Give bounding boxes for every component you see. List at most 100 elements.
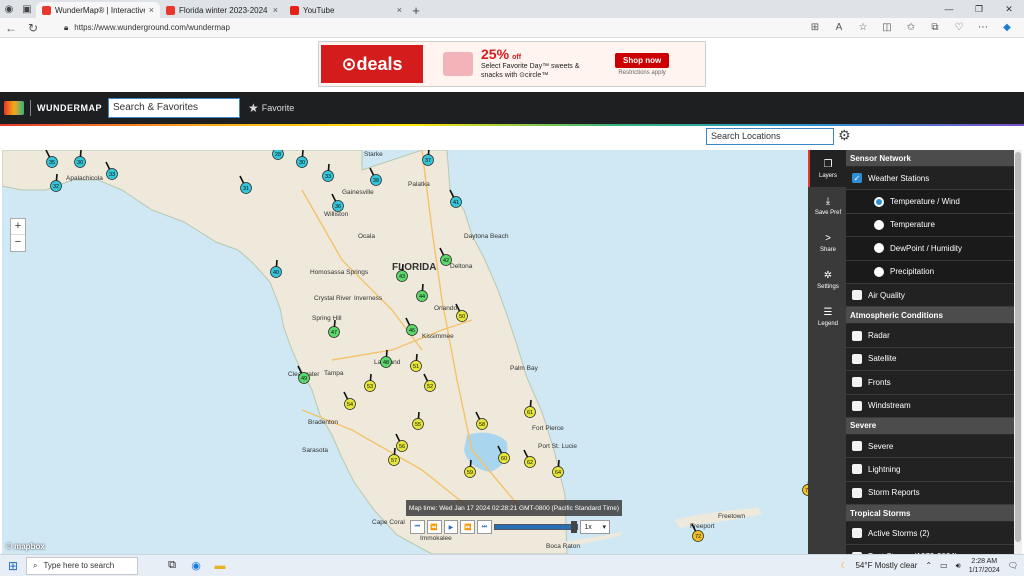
side-tab-layers[interactable]: ❐ Layers — [808, 150, 846, 187]
side-tab-legend[interactable]: ☰ Legend — [808, 298, 846, 335]
profile-icon[interactable]: ◉ — [0, 0, 18, 18]
weather-text[interactable]: 54°F Mostly clear — [855, 561, 917, 570]
clock[interactable]: 2:28 AM 1/17/2024 — [969, 557, 1000, 575]
address-bar[interactable]: 🔒︎ https://www.wunderground.com/wunderma… — [58, 20, 804, 36]
notifications-icon[interactable]: 🗨︎ — [1008, 561, 1018, 570]
minimize-button[interactable]: — — [934, 0, 964, 18]
layer-option-weather-stations[interactable]: ✓ Weather Stations — [846, 167, 1014, 191]
edge-browser-icon[interactable]: ◉ — [186, 557, 206, 575]
checkbox[interactable]: ✓ — [852, 173, 862, 184]
gear-icon[interactable]: ⚙ — [838, 127, 851, 144]
zoom-out-button[interactable]: − — [11, 235, 25, 251]
checkbox[interactable] — [852, 528, 862, 539]
browser-tab[interactable]: YouTube × — [284, 2, 408, 18]
radio-button[interactable] — [874, 243, 884, 254]
shop-now-button[interactable]: Shop now — [615, 52, 670, 68]
app-available-icon[interactable]: ⊞ — [804, 22, 826, 33]
layer-option-air-quality[interactable]: Air Quality — [846, 283, 1014, 308]
place-label: Orlando — [434, 305, 458, 312]
timeline-slider[interactable] — [493, 521, 579, 533]
browser-tab[interactable]: Florida winter 2023-2024 - Page × — [160, 2, 284, 18]
favorite-star-icon[interactable]: ☆ — [852, 22, 874, 33]
close-window-button[interactable]: ✕ — [994, 0, 1024, 18]
browser-toolbar: ⊞ A ☆ ◫ ✩ ⧉ ♡ ⋯ ◆ — [804, 22, 1018, 33]
layer-option-active-storms-2[interactable]: Active Storms (2) — [846, 522, 1014, 546]
layer-option-precipitation[interactable]: Precipitation — [846, 260, 1014, 284]
volume-icon[interactable]: 🔊︎ — [956, 561, 961, 571]
browser-essentials-icon[interactable]: ♡ — [948, 22, 970, 33]
wundermap-logo[interactable]: WUNDERMAP — [4, 100, 102, 116]
task-view-icon[interactable]: ⧉ — [162, 557, 182, 575]
tab-actions-icon[interactable]: ▣ — [18, 0, 36, 18]
weather-icon[interactable]: ☾ — [840, 561, 847, 570]
layer-option-past-storms-1972-2024[interactable]: Past Storms (1972-2024) — [846, 545, 1014, 554]
mapbox-attribution[interactable]: © mapbox — [6, 542, 45, 551]
panel-scrollbar[interactable] — [1014, 150, 1022, 554]
file-explorer-icon[interactable]: ▬ — [210, 557, 230, 575]
checkbox[interactable] — [852, 353, 862, 364]
layer-option-fronts[interactable]: Fronts — [846, 371, 1014, 395]
restore-button[interactable]: ❐ — [964, 0, 994, 18]
rewind-button[interactable]: ⏪ — [426, 520, 442, 534]
back-button[interactable]: ← — [0, 21, 22, 35]
side-tab-save-pref[interactable]: ⤓ Save Pref — [808, 187, 846, 224]
tray-chevron-icon[interactable]: ⌃ — [925, 561, 932, 570]
checkbox[interactable] — [852, 330, 862, 341]
radio-button[interactable] — [874, 266, 884, 277]
side-tab-settings[interactable]: ✲ Settings — [808, 261, 846, 298]
read-aloud-icon[interactable]: A — [828, 22, 850, 33]
new-tab-button[interactable]: + — [408, 2, 424, 18]
station-temperature: 57 — [391, 458, 397, 464]
windows-start-icon[interactable]: ⊞ — [0, 559, 26, 573]
station-temperature: 53 — [367, 384, 373, 390]
station-temperature: 62 — [527, 460, 533, 466]
search-favorites-input[interactable]: Search & Favorites — [108, 98, 240, 118]
layer-option-satellite[interactable]: Satellite — [846, 347, 1014, 372]
favorites-icon[interactable]: ✩ — [900, 22, 922, 33]
web-page: ⊙deals 25% off Select Favorite Day™ swee… — [0, 38, 1024, 554]
skip-end-button[interactable]: ⏭ — [477, 520, 492, 534]
zoom-in-button[interactable]: + — [11, 219, 25, 235]
layer-option-temperature-wind[interactable]: Temperature / Wind — [846, 190, 1014, 214]
weather-station-marker[interactable]: 41 — [449, 189, 462, 208]
timeline-thumb[interactable] — [570, 521, 577, 533]
close-icon[interactable]: × — [149, 5, 154, 15]
checkbox[interactable] — [852, 487, 862, 498]
layer-option-severe[interactable]: Severe — [846, 434, 1014, 459]
panel-section-header: Atmospheric Conditions — [846, 307, 1014, 325]
side-tab-share[interactable]: > Share — [808, 224, 846, 261]
map-canvas[interactable]: FLORIDA Orlando Tampa Gainesville Ocala Dayto… — [2, 150, 808, 554]
favorite-button[interactable]: ★ Favorite — [248, 101, 294, 115]
checkbox[interactable] — [852, 441, 862, 452]
close-icon[interactable]: × — [397, 5, 402, 15]
taskbar-search-input[interactable]: ⌕ Type here to search — [26, 556, 138, 575]
radio-button[interactable] — [874, 196, 884, 207]
checkbox[interactable] — [852, 400, 862, 411]
advertisement-banner[interactable]: ⊙deals 25% off Select Favorite Day™ swee… — [318, 41, 706, 87]
checkbox[interactable] — [852, 377, 862, 388]
layer-option-dewpoint-humidity[interactable]: DewPoint / Humidity — [846, 237, 1014, 261]
layer-option-temperature[interactable]: Temperature — [846, 213, 1014, 238]
refresh-button[interactable]: ↻ — [22, 21, 44, 35]
more-icon[interactable]: ⋯ — [972, 22, 994, 33]
close-icon[interactable]: × — [273, 5, 278, 15]
copilot-icon[interactable]: ◆ — [996, 22, 1018, 33]
layer-option-radar[interactable]: Radar — [846, 324, 1014, 348]
collections-icon[interactable]: ⧉ — [924, 22, 946, 33]
windows-taskbar: ⊞ ⌕ Type here to search ⧉ ◉ ▬ ☾ 54°F Mos… — [0, 554, 1024, 576]
split-screen-icon[interactable]: ◫ — [876, 22, 898, 33]
scrollbar-thumb[interactable] — [1015, 152, 1021, 542]
layer-option-storm-reports[interactable]: Storm Reports — [846, 481, 1014, 506]
speed-select[interactable]: 1x ▾ — [580, 520, 610, 534]
fast-forward-button[interactable]: ⏩ — [460, 520, 476, 534]
radio-button[interactable] — [874, 219, 884, 230]
layer-option-lightning[interactable]: Lightning — [846, 458, 1014, 482]
network-icon[interactable]: ▭ — [940, 561, 948, 570]
checkbox[interactable] — [852, 464, 862, 475]
browser-tab[interactable]: WunderMap® | Interactive Weat × — [36, 2, 160, 18]
layer-option-windstream[interactable]: Windstream — [846, 394, 1014, 418]
skip-start-button[interactable]: ⏮ — [410, 520, 425, 534]
search-locations-input[interactable]: Search Locations — [706, 128, 834, 145]
play-button[interactable]: ▶ — [443, 520, 459, 534]
checkbox[interactable] — [852, 290, 862, 301]
